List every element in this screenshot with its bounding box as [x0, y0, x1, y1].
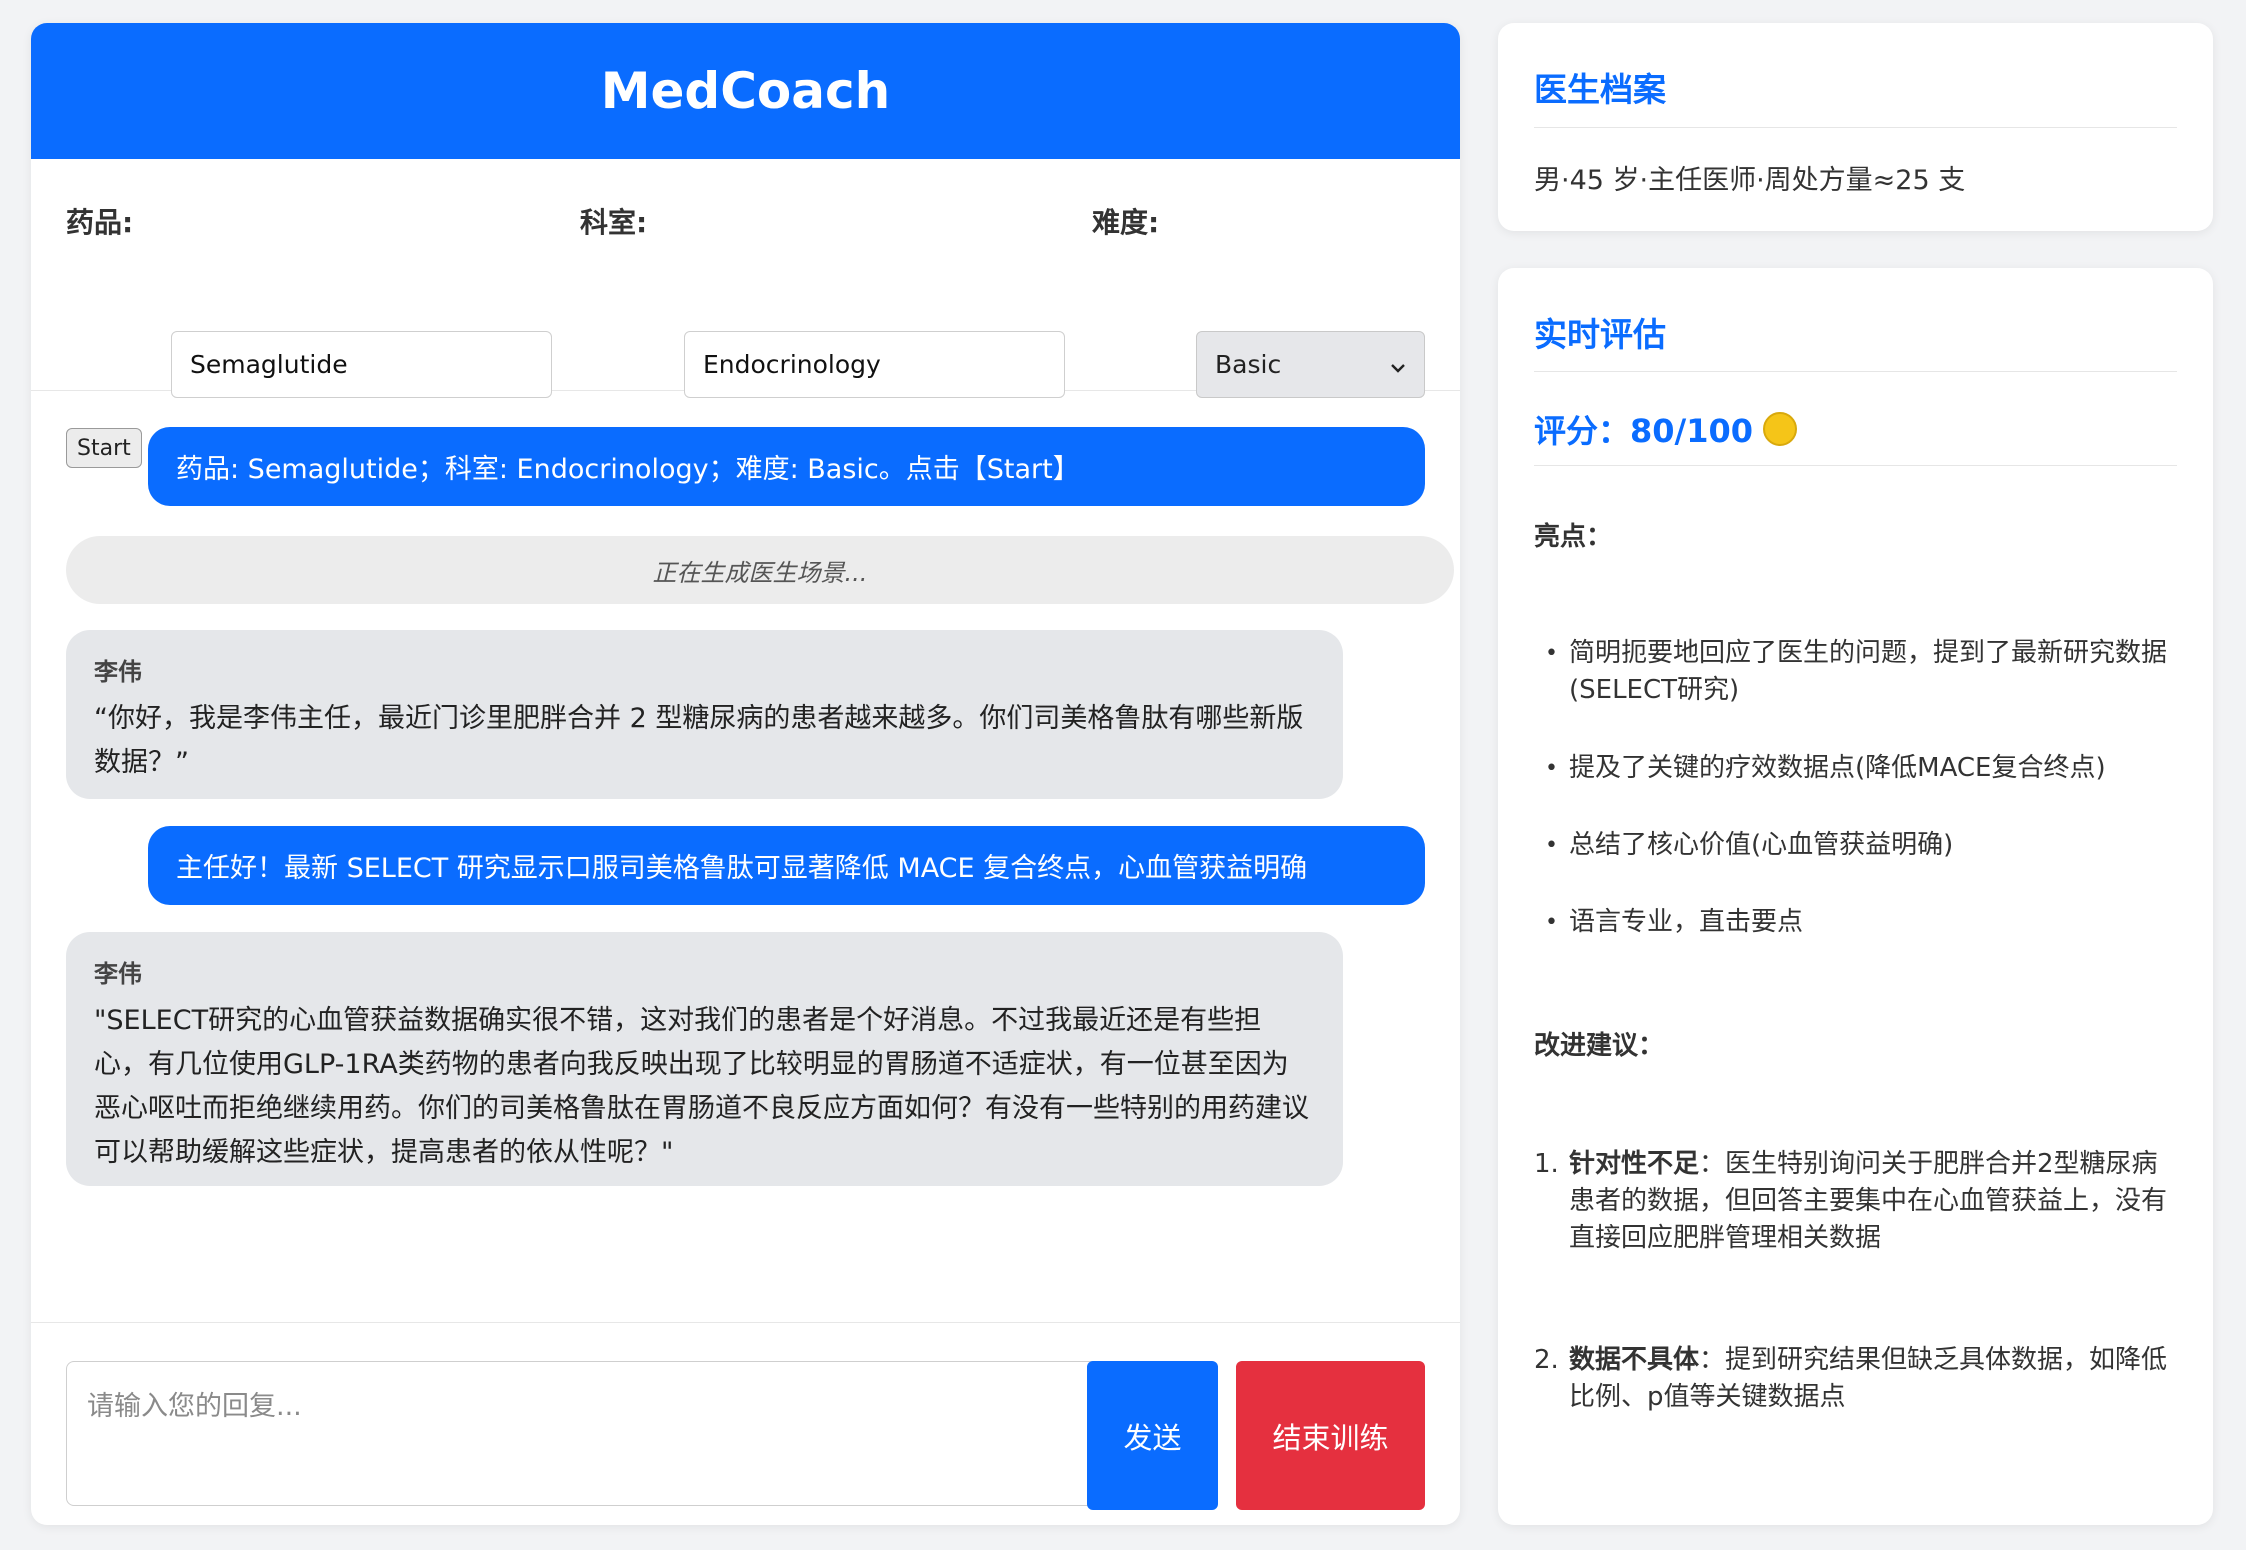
end-training-button-label: 结束训练: [1272, 1420, 1389, 1455]
doctor-message: 李伟 “你好，我是李伟主任，最近门诊里肥胖合并 2 型糖尿病的患者越来越多。你们…: [66, 630, 1343, 799]
system-message: 正在生成医生场景...: [66, 536, 1454, 604]
drug-label: 药品:: [66, 206, 134, 239]
department-label: 科室:: [580, 206, 648, 239]
improvements-heading: 改进建议：: [1534, 1031, 1665, 1061]
profile-summary: 男·45 岁·主任医师·周处方量≈25 支: [1534, 165, 1966, 196]
user-message: 药品: Semaglutide；科室: Endocrinology；难度: Ba…: [148, 427, 1425, 506]
scenario-controls: 药品: Semaglutide 科室: Endocrinology 难度: Ba…: [31, 159, 1460, 468]
user-message: 主任好！最新 SELECT 研究显示口服司美格鲁肽可显著降低 MACE 复合终点…: [148, 826, 1425, 905]
bullet-icon: •: [1545, 833, 1558, 858]
highlight-item: • 简明扼要地回应了医生的问题，提到了最新研究数据(SELECT研究): [1534, 635, 2174, 709]
drug-input[interactable]: Semaglutide: [171, 331, 552, 398]
message-text: “你好，我是李伟主任，最近门诊里肥胖合并 2 型糖尿病的患者越来越多。你们司美格…: [94, 703, 1304, 778]
difficulty-label: 难度:: [1092, 206, 1160, 239]
score-text: 评分：80/100: [1534, 412, 1754, 450]
bullet-icon: •: [1545, 910, 1558, 935]
system-message-text: 正在生成医生场景...: [652, 558, 868, 587]
message-text: "SELECT研究的心血管获益数据确实很不错，这对我们的患者是个好消息。不过我最…: [94, 1005, 1309, 1168]
composer: 请输入您的回复... 发送 结束训练: [31, 1322, 1460, 1525]
message-text: 主任好！最新 SELECT 研究显示口服司美格鲁肽可显著降低 MACE 复合终点…: [176, 853, 1308, 884]
department-input-value: Endocrinology: [703, 350, 881, 379]
reply-textarea[interactable]: 请输入您的回复...: [66, 1361, 1101, 1506]
improvement-item: 2. 数据不具体：提到研究结果但缺乏具体数据，如降低比例、p值等关键数据点: [1534, 1345, 2168, 1412]
improvement-title: 针对性不足: [1569, 1149, 1700, 1179]
improvement-title: 数据不具体: [1569, 1345, 1700, 1375]
app-title: MedCoach: [600, 62, 891, 120]
divider: [1534, 127, 2177, 128]
chat-messages[interactable]: 药品: Semaglutide；科室: Endocrinology；难度: Ba…: [31, 390, 1460, 1322]
bullet-icon: •: [1545, 756, 1558, 781]
divider: [1534, 371, 2177, 372]
highlights-heading: 亮点：: [1534, 522, 1613, 552]
drug-input-value: Semaglutide: [190, 350, 348, 379]
improvement-item: 1. 针对性不足：医生特别询问关于肥胖合并2型糖尿病患者的数据，但回答主要集中在…: [1534, 1149, 2168, 1253]
reply-placeholder: 请输入您的回复...: [87, 1391, 302, 1422]
doctor-name: 李伟: [94, 960, 142, 988]
end-training-button[interactable]: 结束训练: [1236, 1361, 1425, 1510]
divider: [1534, 465, 2177, 466]
yellow-circle-icon: [1763, 412, 1798, 446]
highlight-item: • 总结了核心价值(心血管获益明确): [1534, 827, 2174, 864]
evaluation-card: 实时评估 评分：80/100 亮点： • 简明扼要地回应了医生的问题，提到了最新…: [1498, 268, 2213, 1525]
highlight-item: • 提及了关键的疗效数据点(降低MACE复合终点): [1534, 750, 2174, 787]
doctor-profile-card: 医生档案 男·45 岁·主任医师·周处方量≈25 支: [1498, 23, 2213, 231]
profile-card-title: 医生档案: [1534, 70, 1666, 109]
send-button[interactable]: 发送: [1087, 1361, 1218, 1510]
app-header: MedCoach: [31, 23, 1460, 159]
send-button-label: 发送: [1123, 1420, 1182, 1455]
chat-panel: MedCoach 药品: Semaglutide 科室: Endocrinolo…: [31, 23, 1460, 1525]
chevron-down-icon: [1390, 350, 1406, 379]
doctor-message: 李伟 "SELECT研究的心血管获益数据确实很不错，这对我们的患者是个好消息。不…: [66, 932, 1343, 1186]
highlight-item: • 语言专业，直击要点: [1534, 904, 2174, 941]
doctor-name: 李伟: [94, 658, 142, 686]
message-text: 药品: Semaglutide；科室: Endocrinology；难度: Ba…: [176, 454, 1080, 485]
difficulty-select-value: Basic: [1215, 350, 1282, 379]
bullet-icon: •: [1545, 641, 1558, 666]
evaluation-card-title: 实时评估: [1534, 315, 1666, 354]
difficulty-select[interactable]: Basic: [1196, 331, 1425, 398]
department-input[interactable]: Endocrinology: [684, 331, 1065, 398]
score: 评分：80/100: [1534, 406, 1798, 452]
